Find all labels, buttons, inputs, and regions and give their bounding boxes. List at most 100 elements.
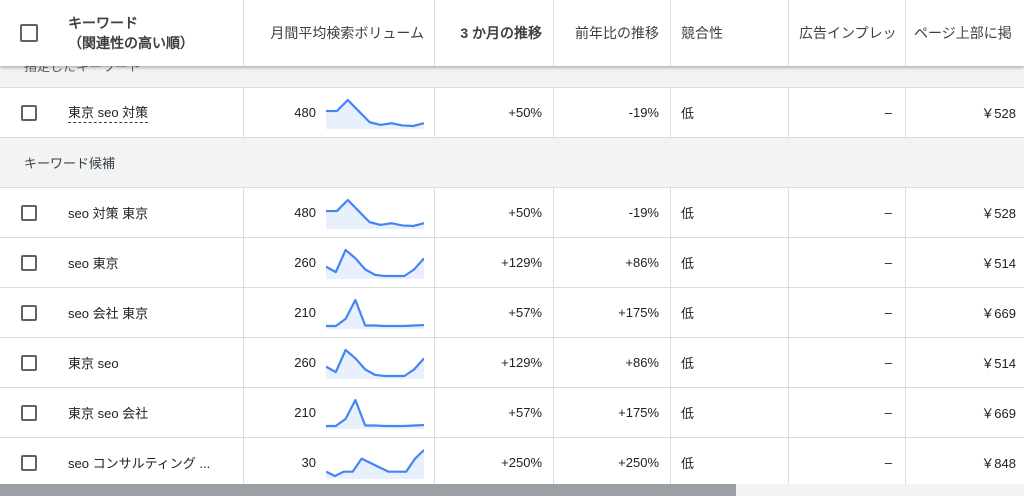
three-month-value: +129%	[501, 355, 542, 370]
keyword-cell: seo 会社 東京	[57, 288, 244, 337]
row-checkbox[interactable]	[20, 104, 37, 121]
row-checkbox[interactable]	[20, 254, 37, 271]
trend-sparkline	[326, 348, 424, 379]
table-row[interactable]: seo 会社 東京 210 +57% +175% 低 – ￥669	[0, 288, 1024, 338]
horizontal-scrollbar-thumb[interactable]	[0, 484, 736, 496]
yoy-column-header[interactable]: 前年比の推移	[554, 0, 671, 66]
keyword-cell: 東京 seo	[57, 338, 244, 387]
section-provided-keywords: 指定したキーワード	[0, 66, 1024, 88]
yoy-cell: +86%	[554, 338, 671, 387]
competition-value: 低	[681, 356, 695, 371]
volume-column-label: 月間平均検索ボリューム	[270, 25, 424, 41]
trend-sparkline	[326, 248, 424, 279]
volume-value: 480	[294, 205, 316, 220]
keyword-cell: seo コンサルティング ...	[57, 438, 244, 487]
yoy-cell: +175%	[554, 388, 671, 437]
bid-cell: ￥669	[906, 388, 1024, 437]
bid-value: ￥669	[981, 306, 1016, 321]
volume-value: 210	[294, 405, 316, 420]
competition-cell: 低	[671, 188, 789, 237]
bid-value: ￥669	[981, 406, 1016, 421]
bid-value: ￥528	[981, 206, 1016, 221]
yoy-value: +86%	[625, 255, 659, 270]
competition-cell: 低	[671, 88, 789, 137]
keyword-text[interactable]: seo 東京	[68, 253, 119, 272]
impression-value: –	[884, 305, 892, 320]
impression-value: –	[884, 355, 892, 370]
three-month-value: +57%	[508, 305, 542, 320]
impression-cell: –	[789, 88, 906, 137]
section-provided-keywords-label: 指定したキーワード	[24, 66, 142, 74]
impression-share-column-header[interactable]: 広告インプレッ	[789, 0, 906, 66]
table-row[interactable]: seo 対策 東京 480 +50% -19% 低 – ￥528	[0, 188, 1024, 238]
three-month-value: +250%	[501, 455, 542, 470]
trend-sparkline	[326, 198, 424, 229]
three-month-cell: +129%	[435, 338, 554, 387]
trend-sparkline	[326, 398, 424, 429]
keyword-text[interactable]: 東京 seo 会社	[68, 403, 148, 422]
competition-cell: 低	[671, 238, 789, 287]
table-row[interactable]: seo コンサルティング ... 30 +250% +250% 低 – ￥848	[0, 438, 1024, 488]
impression-value: –	[884, 205, 892, 220]
yoy-cell: -19%	[554, 188, 671, 237]
row-checkbox-cell	[0, 288, 57, 337]
sparkline-line	[326, 298, 424, 327]
impression-cell: –	[789, 438, 906, 487]
keyword-text[interactable]: 東京 seo 対策	[68, 102, 149, 123]
volume-cell: 30	[244, 438, 435, 487]
trend-sparkline	[326, 98, 424, 129]
volume-value: 260	[294, 255, 316, 270]
bid-cell: ￥528	[906, 188, 1024, 237]
bid-cell: ￥848	[906, 438, 1024, 487]
volume-value: 30	[301, 455, 316, 470]
three-month-value: +129%	[501, 255, 542, 270]
select-all-checkbox[interactable]	[19, 24, 38, 42]
yoy-value: +86%	[625, 355, 659, 370]
impression-cell: –	[789, 238, 906, 287]
row-checkbox[interactable]	[20, 304, 37, 321]
competition-value: 低	[681, 456, 695, 471]
impression-cell: –	[789, 188, 906, 237]
table-row[interactable]: 東京 seo 会社 210 +57% +175% 低 – ￥669	[0, 388, 1024, 438]
bid-value: ￥528	[981, 106, 1016, 121]
keyword-text[interactable]: 東京 seo	[68, 353, 119, 372]
impression-cell: –	[789, 288, 906, 337]
keyword-cell: seo 東京	[57, 238, 244, 287]
keyword-column-header[interactable]: キーワード （関連性の高い順）	[57, 0, 244, 66]
bid-cell: ￥514	[906, 338, 1024, 387]
impression-value: –	[884, 255, 892, 270]
row-checkbox[interactable]	[20, 204, 37, 221]
trend-sparkline	[326, 298, 424, 329]
row-checkbox[interactable]	[20, 404, 37, 421]
impression-cell: –	[789, 338, 906, 387]
three-month-cell: +50%	[435, 88, 554, 137]
table-header: キーワード （関連性の高い順） 月間平均検索ボリューム 3 か月の推移 前年比の…	[0, 0, 1024, 66]
table-row[interactable]: 東京 seo 260 +129% +86% 低 – ￥514	[0, 338, 1024, 388]
yoy-value: +175%	[618, 405, 659, 420]
three-month-column-header[interactable]: 3 か月の推移	[435, 0, 554, 66]
table-row[interactable]: seo 東京 260 +129% +86% 低 – ￥514	[0, 238, 1024, 288]
row-checkbox[interactable]	[20, 354, 37, 371]
trend-sparkline	[326, 448, 424, 479]
competition-cell: 低	[671, 388, 789, 437]
three-month-value: +57%	[508, 405, 542, 420]
bid-cell: ￥669	[906, 288, 1024, 337]
yoy-value: +250%	[618, 455, 659, 470]
keyword-text[interactable]: seo 対策 東京	[68, 203, 148, 222]
table-row[interactable]: 東京 seo 対策 480 +50% -19% 低 – ￥528	[0, 88, 1024, 138]
bid-cell: ￥514	[906, 238, 1024, 287]
keyword-text[interactable]: seo コンサルティング ...	[68, 453, 210, 472]
competition-column-header[interactable]: 競合性	[671, 0, 789, 66]
bid-cell: ￥528	[906, 88, 1024, 137]
row-checkbox[interactable]	[20, 454, 37, 471]
yoy-value: -19%	[628, 205, 659, 220]
yoy-value: +175%	[618, 305, 659, 320]
top-bid-column-header[interactable]: ページ上部に掲	[906, 0, 1024, 66]
volume-column-header[interactable]: 月間平均検索ボリューム	[244, 0, 435, 66]
section-keyword-candidates-label: キーワード候補	[24, 156, 116, 171]
yoy-cell: +175%	[554, 288, 671, 337]
horizontal-scrollbar[interactable]	[0, 484, 1024, 496]
volume-cell: 480	[244, 188, 435, 237]
volume-cell: 210	[244, 288, 435, 337]
keyword-text[interactable]: seo 会社 東京	[68, 303, 148, 322]
